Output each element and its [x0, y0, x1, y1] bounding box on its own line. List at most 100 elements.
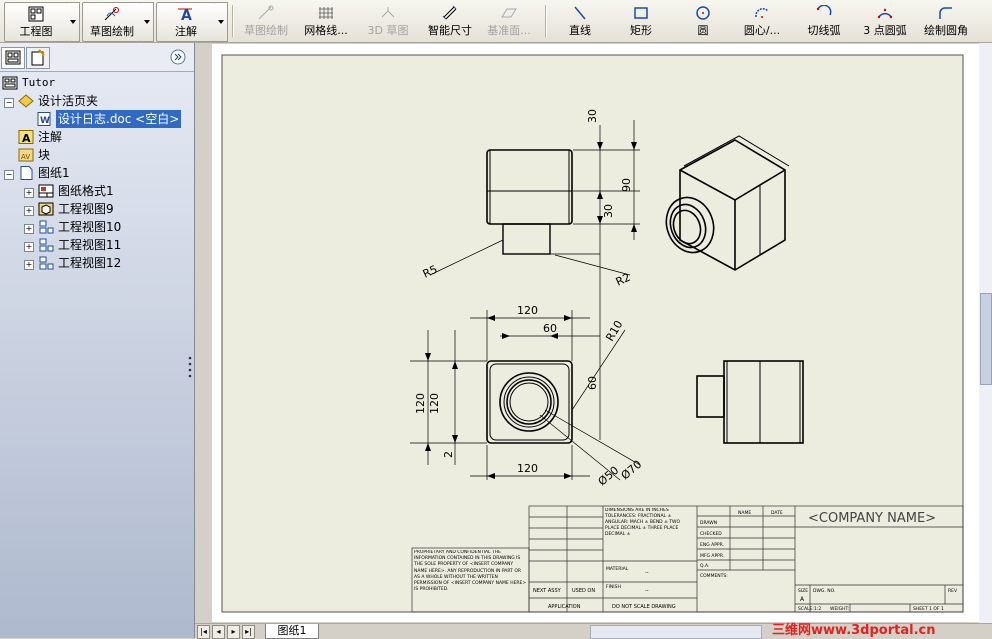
expand-toggle[interactable]: + [24, 188, 34, 198]
projected-view-icon [39, 238, 54, 252]
drawing-icon [28, 6, 44, 22]
svg-text:AV: AV [21, 153, 30, 161]
sketch-fillet-button[interactable]: 绘制圆角 [919, 2, 973, 40]
sketch-drawing-icon [258, 5, 274, 20]
tb-checked-label: CHECKED [700, 531, 722, 537]
tb-next-assy: NEXT ASSY [533, 588, 562, 594]
tb-proprietary-note: PROPRIETARY AND CONFIDENTIAL THE INFORMA… [414, 550, 527, 593]
line-button[interactable]: 直线 [562, 2, 598, 40]
annotation-dropdown[interactable] [215, 2, 228, 42]
tangent-arc-icon [816, 5, 832, 16]
sheet-tab[interactable]: 图纸1 [265, 624, 319, 639]
svg-text:A: A [181, 8, 192, 22]
dim-120-left-outer[interactable]: 120 [414, 393, 427, 414]
panel-splitter-handle[interactable] [187, 353, 193, 383]
tb-date-label: DATE [771, 510, 783, 516]
three-point-arc-icon [877, 8, 893, 19]
drawing-doc-icon [2, 76, 18, 90]
tb-finish-value: -- [645, 588, 649, 594]
collapse-toggle[interactable]: − [4, 170, 14, 180]
tb-eng-appr-label: ENG APPR. [700, 542, 724, 548]
toolbar-separator [545, 5, 547, 37]
dim-2[interactable]: 2 [442, 451, 455, 458]
dim-120-bottom[interactable]: 120 [517, 462, 538, 475]
expand-toggle[interactable]: + [24, 260, 34, 270]
drawing-button[interactable]: 工程图 [4, 2, 68, 42]
annotation-icon: A [178, 8, 192, 22]
command-manager-toolbar: 工程图 草图绘制 A 注解 草图绘制 网格线... 3D 草图 智能尺寸 基准面… [0, 0, 992, 43]
svg-text:A: A [22, 132, 31, 144]
prev-sheet-button[interactable]: ◂ [212, 625, 225, 639]
tb-size-label: SIZE [798, 588, 808, 594]
tb-qa-label: Q.A. [700, 563, 709, 569]
smart-dimension-icon [442, 5, 457, 20]
tb-sheet-of: SHEET 1 OF 1 [913, 606, 944, 612]
expand-toggle[interactable]: + [24, 242, 34, 252]
svg-text:W: W [40, 116, 50, 126]
dim-120-top[interactable]: 120 [517, 304, 538, 317]
scroll-thumb[interactable] [980, 293, 992, 385]
tb-do-not-scale: DO NOT SCALE DRAWING [612, 604, 676, 610]
tb-rev-label: REV [948, 588, 958, 594]
rectangle-button[interactable]: 矩形 [623, 2, 659, 40]
tb-drawn-label: DRAWN [700, 520, 717, 526]
last-sheet-button[interactable]: ▸| [242, 625, 255, 639]
center-arc-icon [755, 8, 769, 18]
three-point-arc-button[interactable]: 3 点圆弧 [858, 2, 912, 40]
sketch-fillet-icon [939, 7, 952, 19]
circle-icon [696, 6, 710, 20]
circle-button[interactable]: 圆 [690, 2, 716, 40]
sketch-dropdown[interactable] [141, 2, 154, 42]
drawing-dropdown[interactable] [67, 2, 80, 42]
tangent-arc-button[interactable]: 切线弧 [804, 2, 844, 40]
center-arc-button[interactable]: 圆心/... [738, 2, 786, 40]
annotations-icon: A [18, 130, 34, 144]
tb-name-label: NAME [738, 510, 751, 516]
smart-dimension-button[interactable]: 智能尺寸 [423, 2, 477, 40]
feature-manager-panel: Tutor − 设计活页夹 W 设计日志.doc <空白> A 注解 AV 块 … [0, 43, 195, 638]
tb-finish-label: FINISH [606, 584, 621, 590]
expand-toggle[interactable]: + [24, 224, 34, 234]
collapse-toggle[interactable]: − [4, 98, 14, 108]
drawing-sheet[interactable]: 30 90 30 R5 R2 120 60 R10 60 120 120 2 1… [195, 43, 992, 623]
property-manager-icon [31, 49, 45, 66]
line-icon [574, 6, 586, 20]
tb-material-label: MATERIAL [606, 566, 629, 572]
dim-60-top[interactable]: 60 [543, 322, 557, 335]
feature-tree-icon [5, 50, 21, 65]
company-name[interactable]: <COMPANY NAME> [808, 511, 936, 526]
dim-30-top[interactable]: 30 [586, 109, 599, 123]
blocks-icon: AV [18, 148, 34, 162]
tb-weight: WEIGHT: [830, 606, 849, 612]
feature-tree-tab[interactable] [1, 47, 25, 69]
expand-toggle[interactable]: + [24, 206, 34, 216]
reference-plane-button[interactable]: 基准面... [481, 2, 537, 40]
sketch-drawing-button[interactable]: 草图绘制 [240, 2, 292, 40]
annotation-button[interactable]: A 注解 [156, 2, 216, 42]
3d-sketch-button[interactable]: 3D 草图 [364, 2, 412, 40]
next-sheet-button[interactable]: ▸ [227, 625, 240, 639]
tb-comments-label: COMMENTS: [700, 573, 728, 579]
expand-panel-icon[interactable] [170, 49, 186, 65]
dim-90[interactable]: 90 [620, 178, 633, 192]
vertical-scrollbar[interactable] [979, 43, 992, 623]
toolbar-separator [232, 5, 234, 37]
tb-material-value: -- [645, 570, 649, 576]
dim-60-right[interactable]: 60 [586, 376, 599, 390]
grid-icon [319, 7, 333, 19]
word-doc-icon: W [37, 112, 51, 126]
design-binder-icon [18, 94, 34, 108]
watermark: 三维网www.3dportal.cn [772, 623, 936, 638]
graphics-area[interactable]: 30 90 30 R5 R2 120 60 R10 60 120 120 2 1… [195, 43, 992, 623]
tb-scale: SCALE:1:2 [798, 606, 821, 612]
sketch-button[interactable]: 草图绘制 [82, 2, 142, 42]
dim-120-left-inner[interactable]: 120 [428, 393, 441, 414]
property-manager-tab[interactable] [26, 47, 50, 69]
reference-plane-icon [501, 8, 517, 18]
tb-mfg-appr-label: MFG APPR. [700, 553, 724, 559]
dim-30-right[interactable]: 30 [602, 204, 615, 218]
grid-button[interactable]: 网格线... [298, 2, 354, 40]
horizontal-scrollbar[interactable] [590, 625, 762, 639]
first-sheet-button[interactable]: |◂ [197, 625, 210, 639]
tb-dwg-no-label: DWG. NO. [813, 588, 835, 594]
